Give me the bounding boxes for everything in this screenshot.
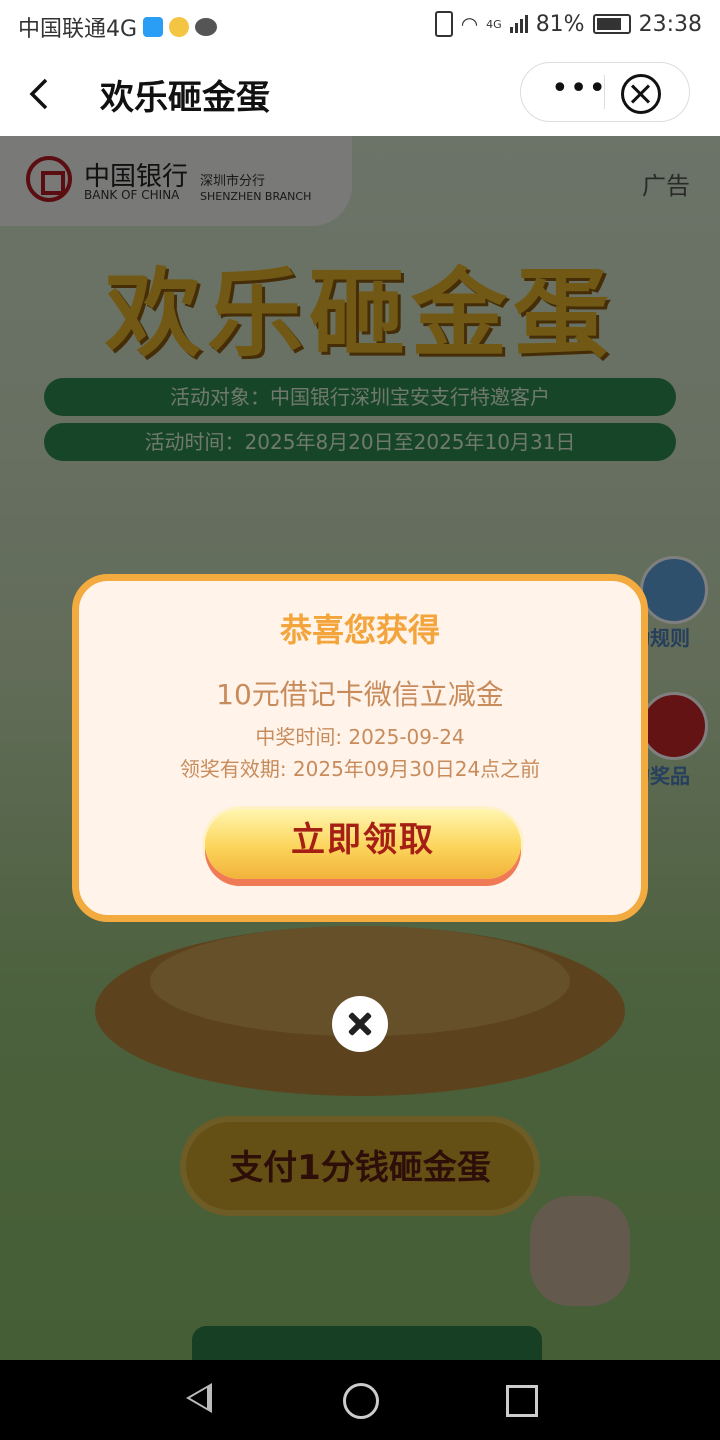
vibrate-icon	[434, 11, 453, 37]
nav-recents-icon[interactable]	[506, 1385, 538, 1417]
network-type: 4G	[486, 17, 502, 31]
wifi-icon: ◠	[460, 12, 479, 36]
title-bar: 欢乐砸金蛋 •••	[0, 50, 720, 136]
clock: 23:38	[638, 11, 702, 37]
more-dots-icon[interactable]: •••	[551, 74, 607, 104]
message-icon	[195, 18, 218, 36]
signal-icon	[509, 15, 528, 33]
battery-percent: 81%	[535, 11, 585, 37]
prize-modal: 恭喜您获得 10元借记卡微信立减金 中奖时间: 2025-09-24 领奖有效期…	[72, 574, 648, 922]
battery-icon	[592, 14, 631, 34]
status-bar: 中国联通4G ◠ 4G 81% 23:38	[0, 0, 720, 50]
claim-button-label[interactable]: 立即领取	[205, 809, 521, 871]
capsule-divider	[604, 75, 605, 109]
mini-program-capsule: •••	[520, 62, 690, 122]
claim-validity: 领奖有效期: 2025年09月30日24点之前	[179, 757, 541, 781]
nav-home-icon[interactable]	[343, 1383, 379, 1419]
prize-name: 10元借记卡微信立减金	[216, 678, 504, 711]
claim-button[interactable]: 立即领取	[205, 809, 521, 879]
coin-icon	[169, 17, 190, 37]
close-modal-icon[interactable]	[332, 996, 388, 1052]
back-arrow-icon[interactable]	[26, 76, 56, 112]
nav-back-icon[interactable]	[186, 1383, 212, 1413]
modal-title: 恭喜您获得	[279, 611, 440, 649]
win-time: 中奖时间: 2025-09-24	[255, 725, 465, 749]
page-title: 欢乐砸金蛋	[100, 78, 270, 118]
carrier-text: 中国联通4G	[18, 17, 138, 42]
shield-icon	[143, 17, 164, 37]
close-circle-icon[interactable]	[621, 74, 661, 114]
